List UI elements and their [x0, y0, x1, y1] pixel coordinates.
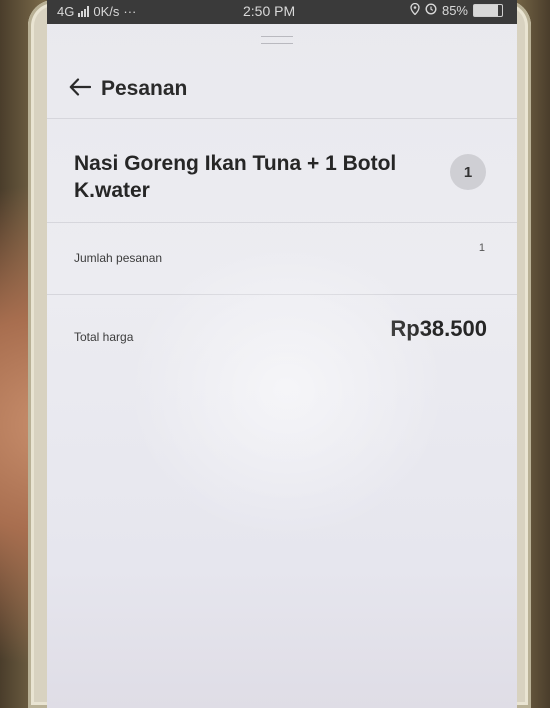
page-title: Pesanan: [101, 77, 188, 100]
total-price-label: Total harga: [74, 330, 134, 344]
item-name: Nasi Goreng Ikan Tuna + 1 Botol K.water: [74, 152, 397, 202]
quantity-badge: 1: [450, 154, 486, 190]
network-type: 4G: [57, 4, 75, 19]
signal-icon: [78, 6, 90, 17]
clock: 2:50 PM: [243, 3, 296, 19]
arrow-left-icon: [69, 78, 91, 96]
sheet-header: Pesanan: [47, 64, 517, 119]
battery-percent: 85%: [441, 3, 468, 18]
status-right: 85%: [410, 2, 503, 18]
alarm-icon: [425, 3, 437, 18]
order-count-row: Jumlah pesanan 1: [47, 224, 517, 295]
order-count-label: Jumlah pesanan: [74, 251, 163, 265]
order-sheet: Pesanan Nasi Goreng Ikan Tuna + 1 Botol …: [47, 24, 517, 708]
location-icon: [410, 2, 420, 18]
battery-icon: [473, 4, 503, 17]
back-button[interactable]: [67, 74, 93, 100]
total-price-row: Total harga Rp38.500: [47, 296, 517, 366]
network-speed: 0K/s: [93, 4, 120, 19]
order-count-value: 1: [478, 242, 485, 254]
status-left: 4G 0K/s ···: [57, 4, 136, 19]
drag-handle[interactable]: [261, 36, 293, 44]
total-price-value: Rp38.500: [390, 316, 487, 341]
more-notifications-icon: ···: [123, 4, 137, 19]
phone-screen: 4G 0K/s ··· 2:50 PM 85% Pesanan Nasi Gor…: [47, 0, 517, 708]
status-bar: 4G 0K/s ··· 2:50 PM 85%: [47, 0, 517, 24]
order-item-row[interactable]: Nasi Goreng Ikan Tuna + 1 Botol K.water …: [47, 120, 517, 223]
